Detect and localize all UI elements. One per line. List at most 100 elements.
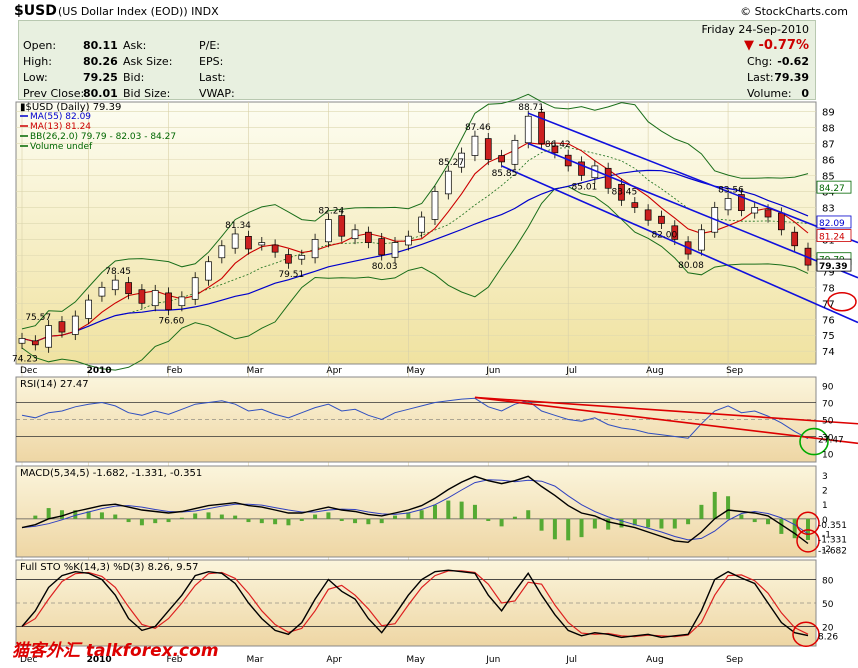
macd-histogram-bar [219,514,224,519]
macd-histogram-bar [259,518,264,524]
candle-body [724,198,732,211]
candle-body [178,296,186,307]
macd-histogram-bar [672,518,677,529]
price-annotation: 87.46 [465,123,491,133]
legend-entry: Volume undef [30,142,93,152]
price-annotation: 75.57 [25,313,51,323]
candle-body [471,135,479,156]
price-annotation: 83.56 [718,185,744,195]
macd-histogram-bar [552,518,557,540]
price-annotation: 81.34 [225,221,251,231]
macd-histogram-bar [726,496,731,519]
candle-body [751,207,759,214]
price-tick-label: 77 [822,299,835,310]
macd-histogram-bar [526,510,531,519]
macd-histogram-bar [33,515,38,519]
macd-histogram-bar [153,518,158,524]
candle-body [125,282,132,295]
candle-body [524,115,532,144]
candle-body [644,209,652,221]
month-label: Feb [167,366,183,376]
macd-histogram-bar [233,515,238,519]
macd-value-label: -0.351 [818,521,847,531]
candle-body [778,212,785,231]
candle-body [604,167,612,189]
sto-panel-title: Full STO %K(14,3) %D(3) 8.26, 9.57 [20,562,199,573]
macd-panel-tick: 3 [822,472,828,482]
macd-histogram-bar [246,518,251,523]
month-label: Mar [246,366,263,376]
price-tick-label: 74 [822,347,835,358]
price-tick-label: 87 [822,140,835,151]
month-label-bottom: Jul [565,655,577,665]
macd-histogram-bar [366,518,371,525]
price-tick-label: 88 [822,124,835,135]
macd-histogram-bar [193,513,198,519]
candle-body [271,244,279,253]
candle-body [165,292,172,311]
macd-histogram-bar [686,518,691,525]
macd-histogram-bar [99,512,104,519]
month-label-bottom: Apr [326,655,342,665]
macd-histogram-bar [339,518,344,521]
macd-histogram-bar [539,518,544,531]
macd-histogram-bar [126,518,131,523]
candle-body [111,279,119,291]
price-annotation: 85.01 [572,182,598,192]
month-label-bottom: May [406,655,425,665]
month-label: Sep [726,366,743,376]
candle-body [285,254,292,264]
month-label: Aug [646,366,664,376]
candle-body [351,229,359,239]
price-annotation: 79.51 [278,270,304,280]
candle-body [391,242,399,258]
macd-histogram-bar [326,512,331,519]
macd-histogram-bar [459,501,464,519]
macd-histogram-bar [166,518,171,523]
macd-panel-tick: 2 [822,486,828,496]
right-value-label: 79.39 [819,262,847,272]
macd-histogram-bar [699,504,704,519]
macd-value-label: -1.682 [818,547,847,557]
macd-panel-title: MACD(5,34,5) -1.682, -1.331, -0.351 [20,468,202,479]
candle-body [191,277,199,300]
candle-body [298,255,306,260]
macd-histogram-bar [566,518,571,541]
candle-body [45,325,52,348]
month-label-bottom: Sep [726,655,743,665]
candle-body [205,261,212,281]
macd-histogram-bar [752,518,757,523]
macd-histogram-bar [299,518,304,521]
macd-histogram-bar [659,518,664,529]
month-label: Dec [20,366,37,376]
right-value-label: 84.27 [819,184,845,194]
price-annotation: 78.45 [105,267,131,277]
candle-body [431,191,439,220]
price-tick-label: 78 [822,283,835,294]
macd-histogram-bar [273,518,278,525]
rsi-panel-tick: 50 [822,417,834,427]
macd-histogram-bar [46,508,51,519]
legend-entry: MA(13) 81.24 [30,122,91,132]
rsi-panel-tick: 10 [822,451,834,461]
right-value-label: 81.24 [819,233,845,243]
candle-body [511,139,519,165]
candle-body [498,155,505,163]
candle-body [58,321,66,333]
price-annotation: 80.08 [678,261,704,271]
macd-histogram-bar [379,518,384,524]
candle-body [311,239,319,259]
macd-histogram-bar [206,512,211,519]
macd-histogram-bar [313,514,318,519]
macd-value-label: -1.331 [818,535,847,545]
legend-entry: BB(26,2.0) 79.79 - 82.03 - 84.27 [30,132,176,142]
price-tick-label: 86 [822,156,835,167]
month-label: Apr [326,366,342,376]
macd-histogram-bar [446,500,451,519]
price-annotation: 86.42 [545,140,571,150]
month-label-bottom: Jun [485,655,500,665]
candle-body [258,242,266,246]
candle-body [444,170,452,195]
month-label: Jul [565,366,577,376]
candle-body [245,236,252,250]
